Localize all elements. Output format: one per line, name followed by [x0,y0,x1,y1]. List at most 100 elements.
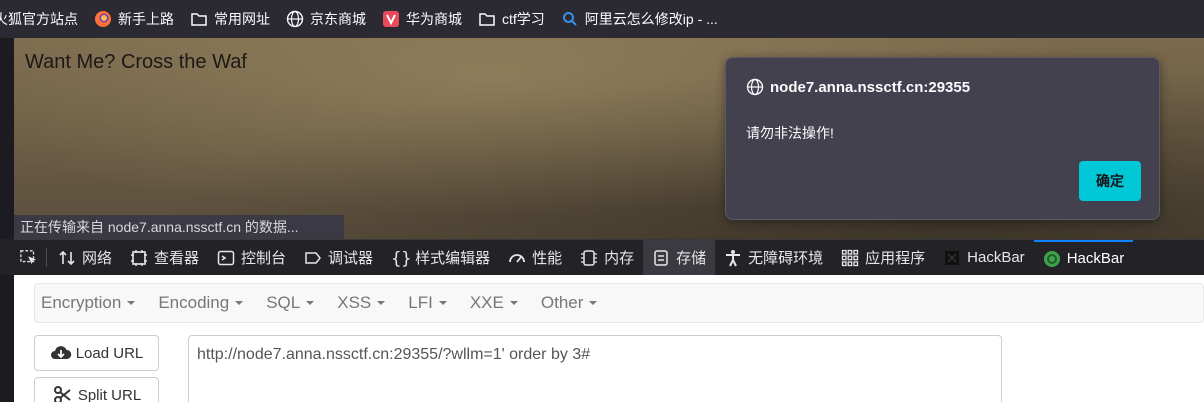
bookmark-getting-started[interactable]: 新手上路 [94,0,174,38]
tab-memory[interactable]: 内存 [571,240,643,275]
menu-label: SQL [266,293,301,312]
search-icon [561,10,579,28]
menu-label: Other [540,293,584,312]
tab-label: 内存 [604,250,635,267]
style-editor-icon: {} [391,248,412,269]
bookmark-label: 火狐官方站点 [0,11,78,27]
dialog-origin-text: node7.anna.nssctf.cn:29355 [770,78,971,96]
storage-icon [652,249,670,267]
devtools-toolbar: 网络 查看器 控制台 调试器 {} 样式编辑器 性能 内存 存储 无障碍环境 应… [14,239,1204,275]
status-bar: 正在传输来自 node7.anna.nssctf.cn 的数据... [14,215,344,239]
tab-hackbar[interactable]: HackBar [1033,240,1134,275]
sidebar-edge [0,38,14,239]
globe-icon [286,10,304,28]
tab-label: 应用程序 [865,250,926,267]
button-label: Split URL [77,386,142,402]
console-icon [217,249,235,267]
tab-accessibility[interactable]: 无障碍环境 [715,240,832,275]
tab-style-editor[interactable]: {} 样式编辑器 [382,240,499,275]
tab-inspector[interactable]: 查看器 [121,240,208,275]
menu-label: LFI [408,293,433,312]
caret-down-icon [377,301,386,305]
hackbar-icon [943,249,961,267]
tab-label: 无障碍环境 [748,250,824,267]
menu-label: Encoding [158,293,230,312]
tab-hackbar-legacy[interactable]: HackBar [934,240,1034,275]
url-input[interactable]: http://node7.anna.nssctf.cn:29355/?wllm=… [188,335,1002,402]
tab-label: 查看器 [154,250,200,267]
menu-label: Encryption [41,293,122,312]
scissors-icon [52,386,74,402]
tab-label: HackBar [967,249,1025,266]
caret-down-icon [127,301,136,305]
pick-element-button[interactable] [14,240,44,275]
accessibility-icon [724,249,742,267]
bookmark-label: 华为商城 [406,11,462,27]
toolbar-divider [46,248,47,267]
caret-down-icon [509,301,518,305]
tab-debugger[interactable]: 调试器 [295,240,382,275]
tab-label: 样式编辑器 [415,250,491,267]
bookmark-label: 新手上路 [118,11,174,27]
pick-element-icon [20,249,38,267]
tab-performance[interactable]: 性能 [499,240,571,275]
folder-icon [190,10,208,28]
ok-button[interactable]: 确定 [1079,161,1141,201]
hackbar-panel: Encryption Encoding SQL XSS LFI XXE Othe… [14,275,1204,402]
network-icon [58,249,76,267]
menu-sql[interactable]: SQL [266,293,315,313]
bookmark-common-sites[interactable]: 常用网址 [190,0,270,38]
bookmark-ctf[interactable]: ctf学习 [478,0,545,38]
application-icon [841,249,859,267]
page-title: Want Me? Cross the Waf [25,51,247,73]
menu-other[interactable]: Other [541,293,598,313]
load-url-button[interactable]: Load URL [34,335,159,371]
bookmark-firefox-official[interactable]: 火狐官方站点 [0,0,78,38]
tab-label: 存储 [676,250,707,267]
tab-label: HackBar [1066,250,1125,267]
menu-xxe[interactable]: XXE [470,293,518,313]
menu-xss[interactable]: XSS [337,293,386,313]
hackbar-menu: Encryption Encoding SQL XSS LFI XXE Othe… [34,283,1204,323]
folder-icon [478,10,496,28]
tab-label: 控制台 [241,250,287,267]
performance-icon [508,249,526,267]
vmall-icon [382,10,400,28]
menu-label: XXE [469,293,504,312]
bookmarks-toolbar: 火狐官方站点 新手上路 常用网址 京东商城 华为商城 ctf学习 阿里云怎么修改… [0,0,1204,38]
bookmark-label: ctf学习 [502,11,545,27]
tab-label: 网络 [82,250,113,267]
hackbar-green-icon [1043,250,1061,268]
menu-label: XSS [337,293,372,312]
tab-storage[interactable]: 存储 [643,240,716,275]
memory-icon [580,249,598,267]
menu-lfi[interactable]: LFI [408,293,447,313]
tab-application[interactable]: 应用程序 [832,240,934,275]
dialog-origin: node7.anna.nssctf.cn:29355 [746,78,970,96]
tab-label: 性能 [532,250,563,267]
menu-encryption[interactable]: Encryption [41,293,136,313]
bookmark-label: 常用网址 [214,11,270,27]
caret-down-icon [438,301,447,305]
caret-down-icon [589,301,598,305]
button-label: Load URL [75,344,144,362]
debugger-icon [304,249,322,267]
bookmark-huawei[interactable]: 华为商城 [382,0,462,38]
tab-console[interactable]: 控制台 [208,240,295,275]
bookmark-aliyun[interactable]: 阿里云怎么修改ip - ... [561,0,718,38]
dialog-message: 请勿非法操作! [746,125,834,141]
split-url-button[interactable]: Split URL [34,377,159,402]
firefox-icon [94,10,112,28]
tab-label: 调试器 [328,250,374,267]
menu-encoding[interactable]: Encoding [158,293,244,313]
caret-down-icon [306,301,315,305]
devtools-edge [0,239,14,275]
tab-network[interactable]: 网络 [49,240,121,275]
caret-down-icon [235,301,244,305]
bookmark-label: 阿里云怎么修改ip - ... [584,11,718,27]
alert-dialog: node7.anna.nssctf.cn:29355 请勿非法操作! 确定 [725,57,1160,220]
inspector-icon [130,249,148,267]
bookmark-jd[interactable]: 京东商城 [286,0,366,38]
cloud-download-icon [50,344,72,362]
bookmark-label: 京东商城 [310,11,366,27]
